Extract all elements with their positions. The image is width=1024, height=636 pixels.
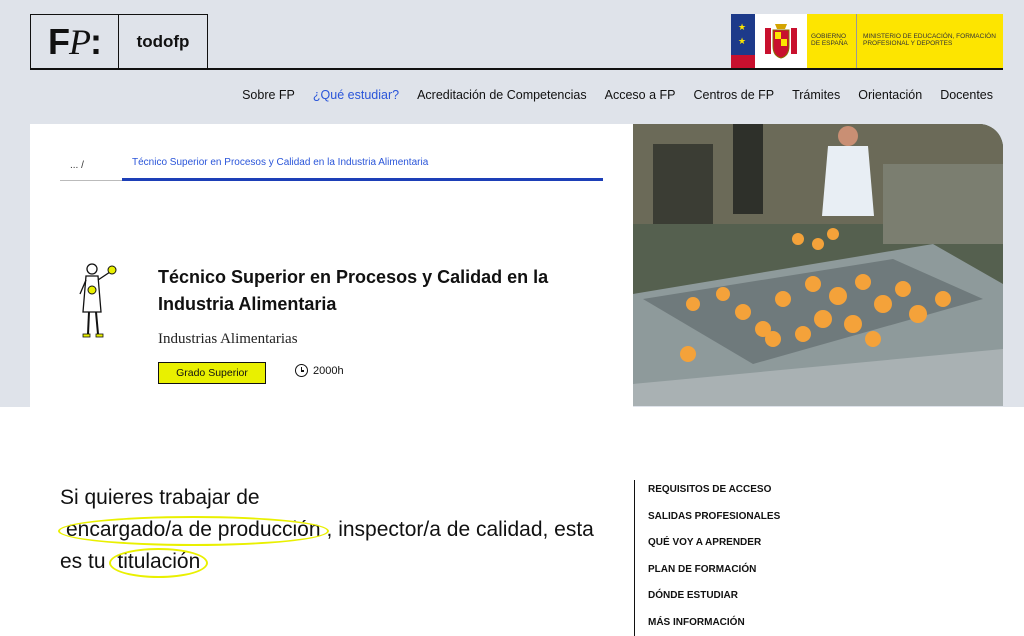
header-divider — [30, 68, 1003, 70]
clock-icon — [295, 364, 308, 377]
spain-coat-of-arms-icon — [755, 14, 807, 69]
nav-orientacion[interactable]: Orientación — [858, 88, 922, 102]
duration-value: 2000h — [313, 364, 344, 377]
toc-plan-formacion[interactable]: PLAN DE FORMACIÓN — [648, 560, 780, 587]
highlight-occupation: encargado/a de producción — [58, 514, 329, 546]
page-title: Técnico Superior en Procesos y Calidad e… — [158, 267, 549, 314]
logo-name: todofp — [136, 31, 190, 51]
toc-mas-informacion[interactable]: MÁS INFORMACIÓN — [648, 613, 780, 636]
toc-requisitos-acceso[interactable]: REQUISITOS DE ACCESO — [648, 480, 780, 507]
lead-text: Si quieres trabajar de encargado/a de pr… — [58, 482, 600, 578]
professional-family: Industrias Alimentarias — [158, 331, 298, 347]
eu-flag-icon: ★ ★ — [731, 14, 755, 69]
lab-worker-illustration-icon — [74, 260, 122, 340]
ministerio-text: MINISTERIO DE EDUCACIÓN, FORMACIÓN PROFE… — [863, 33, 996, 47]
nav-sobre-fp[interactable]: Sobre FP — [242, 88, 295, 102]
breadcrumb-ellipsis[interactable]: ... / — [60, 154, 122, 171]
breadcrumb: ... / Técnico Superior en Procesos y Cal… — [60, 154, 603, 181]
government-logo[interactable]: ★ ★ GOBIERNO DE ESPAÑA MINISTERIO DE EDUC… — [731, 14, 1003, 69]
toc-salidas-profesionales[interactable]: SALIDAS PROFESIONALES — [648, 507, 780, 534]
breadcrumb-current: Técnico Superior en Procesos y Calidad e… — [122, 154, 603, 181]
section-index: REQUISITOS DE ACCESO SALIDAS PROFESIONAL… — [634, 480, 780, 636]
nav-centros-fp[interactable]: Centros de FP — [694, 88, 775, 102]
highlight-titulacion: titulación — [109, 546, 209, 578]
level-badge: Grado Superior — [158, 362, 266, 384]
duration: 2000h — [295, 364, 344, 377]
hero-card: ... / Técnico Superior en Procesos y Cal… — [30, 124, 633, 407]
todofp-logo[interactable]: FP: todofp — [30, 14, 208, 69]
toc-que-voy-a-aprender[interactable]: QUÉ VOY A APRENDER — [648, 533, 780, 560]
nav-que-estudiar[interactable]: ¿Qué estudiar? — [313, 88, 399, 102]
nav-tramites[interactable]: Trámites — [792, 88, 840, 102]
fp-logo-mark: FP: — [31, 15, 119, 68]
nav-acceso-fp[interactable]: Acceso a FP — [605, 88, 676, 102]
main-nav: Sobre FP ¿Qué estudiar? Acreditación de … — [242, 88, 993, 102]
hero-photo — [633, 124, 1003, 406]
nav-docentes[interactable]: Docentes — [940, 88, 993, 102]
nav-acreditacion[interactable]: Acreditación de Competencias — [417, 88, 587, 102]
gobierno-text: GOBIERNO DE ESPAÑA — [807, 14, 857, 69]
toc-donde-estudiar[interactable]: DÓNDE ESTUDIAR — [648, 586, 780, 613]
